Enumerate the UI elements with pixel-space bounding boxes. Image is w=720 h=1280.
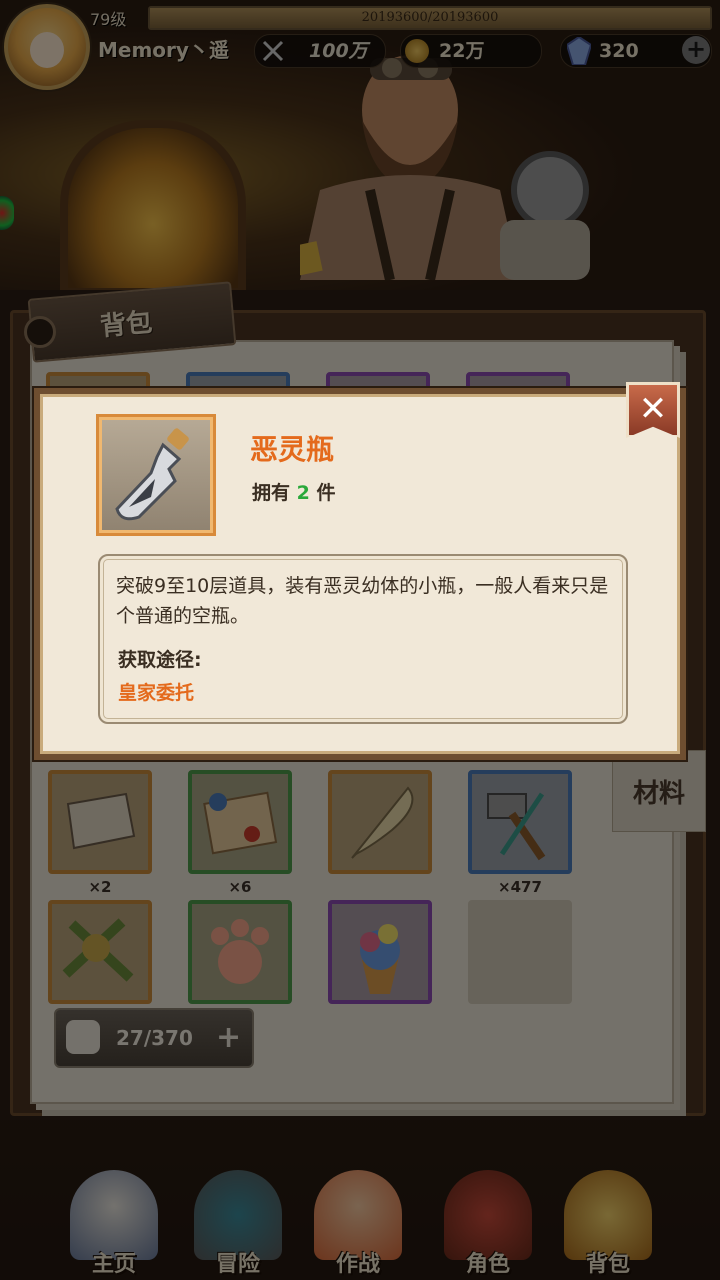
close-icon: ✕ bbox=[638, 389, 668, 429]
item-icon-frame bbox=[96, 414, 216, 536]
item-description: 突破9至10层道具，装有恶灵幼体的小瓶，一般人看来只是个普通的空瓶。 bbox=[116, 575, 609, 627]
item-name: 恶灵瓶 bbox=[250, 433, 335, 466]
owned-prefix: 拥有 bbox=[252, 482, 291, 504]
spirit-bottle-icon bbox=[115, 428, 189, 521]
owned-count-line: 拥有 2 件 bbox=[252, 478, 336, 505]
owned-suffix: 件 bbox=[316, 482, 336, 504]
source-label: 获取途径: bbox=[118, 649, 202, 671]
source-link[interactable]: 皇家委托 bbox=[118, 678, 194, 705]
owned-count: 2 bbox=[296, 482, 310, 504]
